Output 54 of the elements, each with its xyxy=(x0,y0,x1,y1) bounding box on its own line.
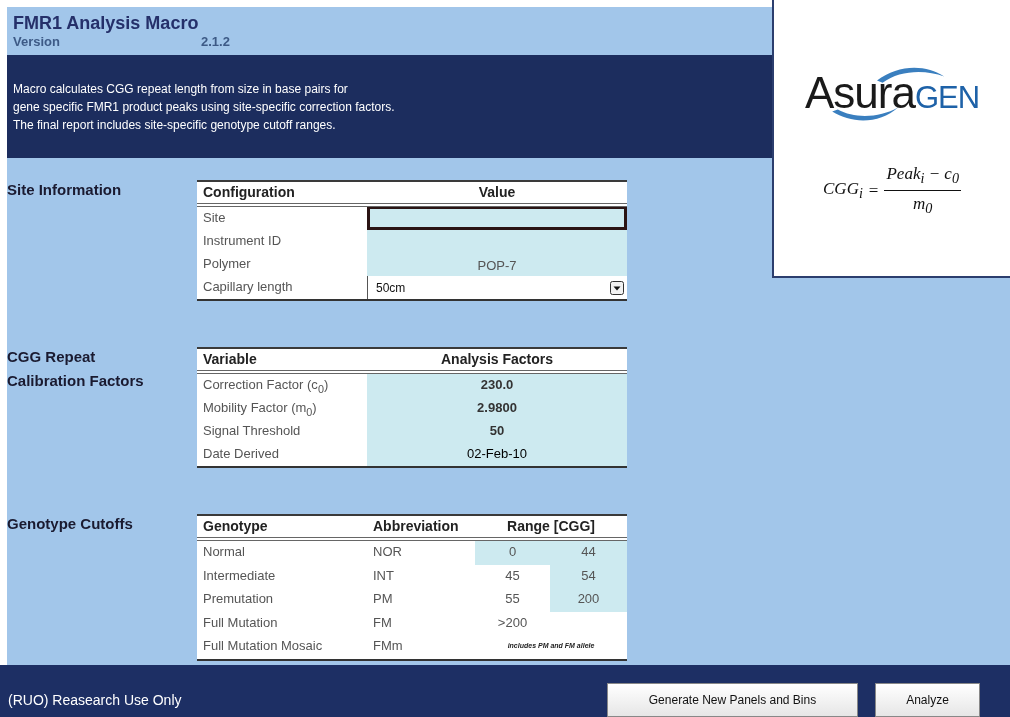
table-cell-text: Normal xyxy=(202,543,246,561)
version-label: Version xyxy=(13,34,61,49)
action-button[interactable]: Analyze xyxy=(875,683,980,717)
app-title: FMR1 Analysis Macro xyxy=(13,13,200,34)
table-cell-text: Premutation xyxy=(202,590,275,608)
footer-note: (RUO) Reasearch Use Only xyxy=(8,692,182,708)
value-field[interactable] xyxy=(367,230,627,253)
action-button[interactable]: Generate New Panels and Bins xyxy=(607,683,858,717)
table-cell-text: NOR xyxy=(372,543,403,561)
table-cell-text: Polymer xyxy=(202,255,252,273)
table-cell-text: 55 xyxy=(504,590,521,608)
table-cell-text: FMm xyxy=(372,637,404,655)
column-header: Abbreviation xyxy=(372,517,460,536)
value-field[interactable]: POP-7 xyxy=(367,253,627,276)
table-cell: 0 xyxy=(475,541,550,565)
column-header: Configuration xyxy=(202,183,296,202)
column-header: Analysis Factors xyxy=(439,350,555,369)
table-cell-text: 45 xyxy=(504,566,521,585)
section-label: Genotype Cutoffs xyxy=(7,514,134,534)
table-cell-text: Instrument ID xyxy=(202,232,283,250)
table-cell-text: Signal Threshold xyxy=(202,422,302,440)
table-cell: 230.0 xyxy=(367,374,627,397)
table-cell: 44 xyxy=(550,541,627,565)
formula: CGG$_{i}$ = Peak$_{i}$ − c$_{0}$ m$_{0}$ xyxy=(823,164,961,218)
table-cell-text: Correction Factor (c$_{0}$) xyxy=(202,376,330,397)
table-cell: 50 xyxy=(367,420,627,443)
table-cell-text: PM xyxy=(372,590,394,608)
section-label: Site Information xyxy=(7,180,123,200)
section-label: CGG Repeat Calibration Factors xyxy=(7,347,145,391)
table-cell-text: Date Derived xyxy=(202,445,280,463)
table-cell: 200 xyxy=(550,588,627,612)
description-line: Macro calculates CGG repeat length from size in base pairs for xyxy=(13,81,349,98)
table-cell-text: Mobility Factor (m$_{0}$) xyxy=(202,399,318,420)
description-line: The final report includes site-specific genotype cutoff ranges. xyxy=(13,117,337,134)
table-cell: 2.9800 xyxy=(367,397,627,420)
table-cell-text: FM xyxy=(372,613,393,632)
value-field[interactable] xyxy=(367,207,627,230)
table-cell-text: Intermediate xyxy=(202,566,277,585)
table-cell-text: Capillary length xyxy=(202,278,294,296)
column-header: Value xyxy=(477,183,517,202)
column-header: Range [CGG] xyxy=(506,517,596,536)
version-number: 2.1.2 xyxy=(201,34,230,49)
table-cell-text: INT xyxy=(372,566,395,585)
table-cell-text: Full Mutation Mosaic xyxy=(202,637,324,655)
table-cell-text: Site xyxy=(202,209,227,227)
column-header: Genotype xyxy=(202,517,269,536)
description-line: gene specific FMR1 product peaks using site-specific correction factors. xyxy=(13,99,396,116)
dropdown-field[interactable]: 50cm xyxy=(367,276,627,299)
table-cell-text: >200 xyxy=(496,613,529,632)
table-cell: 02-Feb-10 xyxy=(367,443,627,466)
table-cell-text: Full Mutation xyxy=(202,613,279,632)
company-logo: Asuragen xyxy=(800,62,984,124)
column-header: Variable xyxy=(202,350,258,369)
table-cell: 54 xyxy=(550,564,627,588)
